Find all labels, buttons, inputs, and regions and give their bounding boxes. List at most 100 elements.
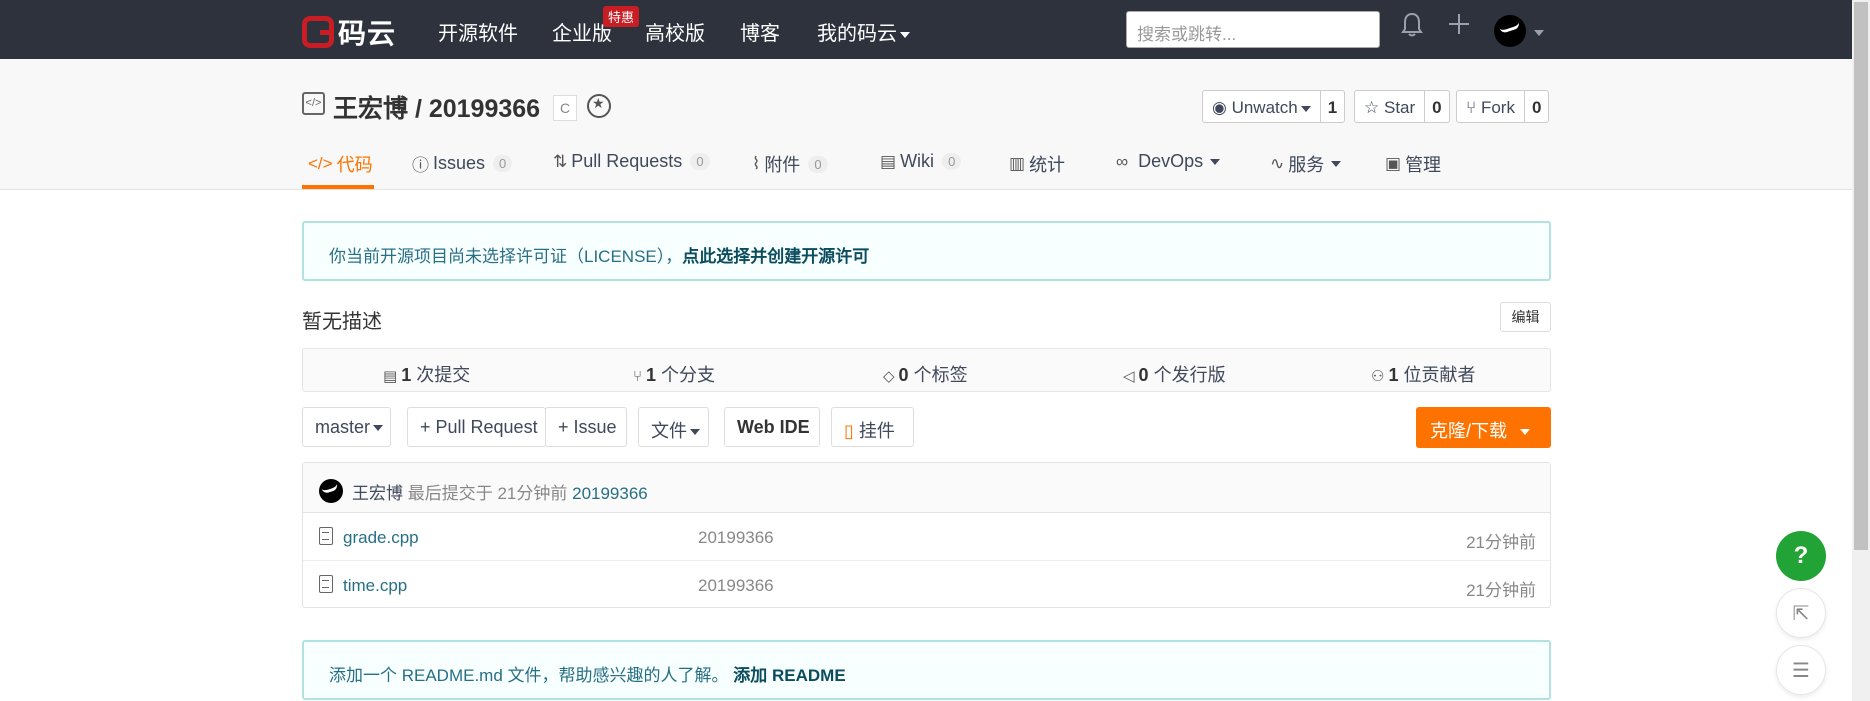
branch-select[interactable]: master [302,407,391,447]
gitee-logo[interactable]: 码云 [302,12,396,52]
web-ide-button[interactable]: Web IDE [724,407,820,447]
fork-button-group: ⑂ Fork 0 [1456,90,1550,123]
fork-button[interactable]: ⑂ Fork [1457,91,1525,122]
tab-attachments-count: 0 [808,155,828,173]
new-pull-request-button[interactable]: + Pull Request [407,407,546,447]
bookmark-icon: ▯ [844,421,854,441]
plus-icon[interactable] [1447,12,1471,43]
edit-description-button[interactable]: 编辑 [1500,302,1551,332]
star-button[interactable]: ☆ Star [1355,91,1426,122]
tab-services-label: 服务 [1288,155,1325,175]
new-issue-button[interactable]: + Issue [545,407,627,447]
logo-text: 码云 [338,18,397,49]
nav-my-gitee-label: 我的码云 [817,23,897,45]
tab-code[interactable]: </> 代码 [308,151,373,177]
send-icon: ◁ [1123,368,1135,385]
commit-meta: 最后提交于 21分钟前 [407,484,568,503]
issue-icon: ⓘ [412,156,429,175]
tab-wiki[interactable]: ▤ Wiki 0 [880,151,962,172]
tab-stats[interactable]: ▥ 统计 [1009,151,1065,177]
language-tag: C [553,95,577,121]
readme-notice-text: 添加一个 README.md 文件，帮助感兴趣的人了解。 [329,666,729,685]
avatar-chevron-icon[interactable] [1531,22,1544,42]
star-button-group: ☆ Star 0 [1354,90,1450,123]
chevron-down-icon [1331,161,1342,167]
tab-attachments[interactable]: ⌇ 附件 0 [752,151,828,177]
stat-contributors-num: 1 [1388,365,1399,385]
stat-commits-num: 1 [401,365,412,385]
fork-icon: ⑂ [1466,98,1477,117]
nav-blog[interactable]: 博客 [740,17,780,46]
nav-university[interactable]: 高校版 [645,17,705,46]
file-menu-button[interactable]: 文件 [638,407,709,447]
file-commit-message[interactable]: 20199366 [698,528,774,548]
code-repo-icon: </> [302,92,325,115]
active-tab-indicator [302,185,374,189]
add-readme-link[interactable]: 添加 README [733,666,845,685]
stat-tags[interactable]: ◇ 0 个标签 [883,361,968,387]
tab-pr-label: Pull Requests [571,151,683,171]
last-commit-info: 王宏博 最后提交于 21分钟前 20199366 [352,479,648,504]
tab-devops-label: DevOps [1138,151,1204,171]
file-commit-message[interactable]: 20199366 [698,576,774,596]
recommend-medal-icon [587,94,611,118]
stat-commits[interactable]: ▤ 1 次提交 [383,361,470,387]
clone-label: 克隆/下载 [1430,421,1508,441]
unwatch-button[interactable]: ◉ Unwatch [1203,91,1321,122]
clone-download-button[interactable]: 克隆/下载 [1416,407,1551,448]
nav-open-source[interactable]: 开源软件 [438,17,518,46]
file-name-link[interactable]: time.cpp [343,576,407,596]
fork-count[interactable]: 0 [1525,91,1548,122]
share-icon[interactable]: ⇱ [1776,588,1826,638]
star-label: Star [1383,98,1416,117]
stat-branches[interactable]: ⑂ 1 个分支 [633,361,715,387]
user-avatar[interactable] [1494,15,1526,47]
stat-tags-label: 个标签 [913,365,968,385]
fork-label: Fork [1480,98,1515,117]
chevron-down-icon [1210,158,1221,165]
contributors-icon: ⚇ [1371,368,1385,385]
file-list: 王宏博 最后提交于 21分钟前 20199366 grade.cpp 20199… [302,462,1551,608]
create-license-link[interactable]: 点此选择并创建开源许可 [682,247,869,266]
help-button[interactable]: ? [1776,531,1826,581]
star-count[interactable]: 0 [1425,91,1448,122]
scrollbar-thumb[interactable] [1854,2,1868,550]
tab-services[interactable]: ∿ 服务 [1270,151,1342,177]
license-notice-text: 你当前开源项目尚未选择许可证（LICENSE）， [329,247,683,266]
repo-title[interactable]: 王宏博 / 20199366 [333,89,540,125]
code-icon: </> [308,154,333,173]
stat-branches-label: 个分支 [661,365,716,385]
widget-label: 挂件 [858,421,895,441]
stat-contributors-label: 位贡献者 [1403,365,1476,385]
commit-doc-icon: ▤ [383,368,398,385]
watch-count[interactable]: 1 [1321,91,1344,122]
branch-select-label: master [315,417,371,437]
widget-button[interactable]: ▯ 挂件 [831,407,914,447]
bell-icon[interactable] [1401,12,1423,45]
file-name-link[interactable]: grade.cpp [343,528,419,548]
search-input[interactable]: 搜索或跳转... [1126,11,1380,48]
tab-manage[interactable]: ▣ 管理 [1385,151,1441,177]
table-row: grade.cpp 20199366 21分钟前 [303,513,1550,561]
readme-notice: 添加一个 README.md 文件，帮助感兴趣的人了解。 添加 README [302,640,1551,700]
stat-releases[interactable]: ◁ 0 个发行版 [1123,361,1226,387]
settings-doc-icon: ▣ [1385,154,1402,173]
tab-issues[interactable]: ⓘ Issues 0 [412,151,513,176]
chat-icon[interactable]: ☰ [1776,645,1826,695]
top-navbar: 码云 开源软件 企业版 高校版 博客 我的码云 特惠 搜索或跳转... [0,0,1852,59]
nav-my-gitee[interactable]: 我的码云 [817,17,910,46]
stat-contributors[interactable]: ⚇ 1 位贡献者 [1371,361,1475,387]
unwatch-label: Unwatch [1231,98,1298,117]
commit-author[interactable]: 王宏博 [352,484,403,503]
license-notice: 你当前开源项目尚未选择许可证（LICENSE），点此选择并创建开源许可 [302,221,1551,281]
tab-manage-label: 管理 [1405,155,1442,175]
stat-tags-num: 0 [898,365,909,385]
avatar[interactable] [319,479,343,503]
commit-message[interactable]: 20199366 [572,484,648,503]
stat-commits-label: 次提交 [416,365,471,385]
tab-stats-label: 统计 [1029,155,1066,175]
tab-issues-count: 0 [493,155,513,172]
bar-chart-icon: ▥ [1009,154,1026,173]
tab-devops[interactable]: ∞ DevOps [1116,151,1221,172]
tab-pull-requests[interactable]: ⇅ Pull Requests 0 [553,151,710,172]
